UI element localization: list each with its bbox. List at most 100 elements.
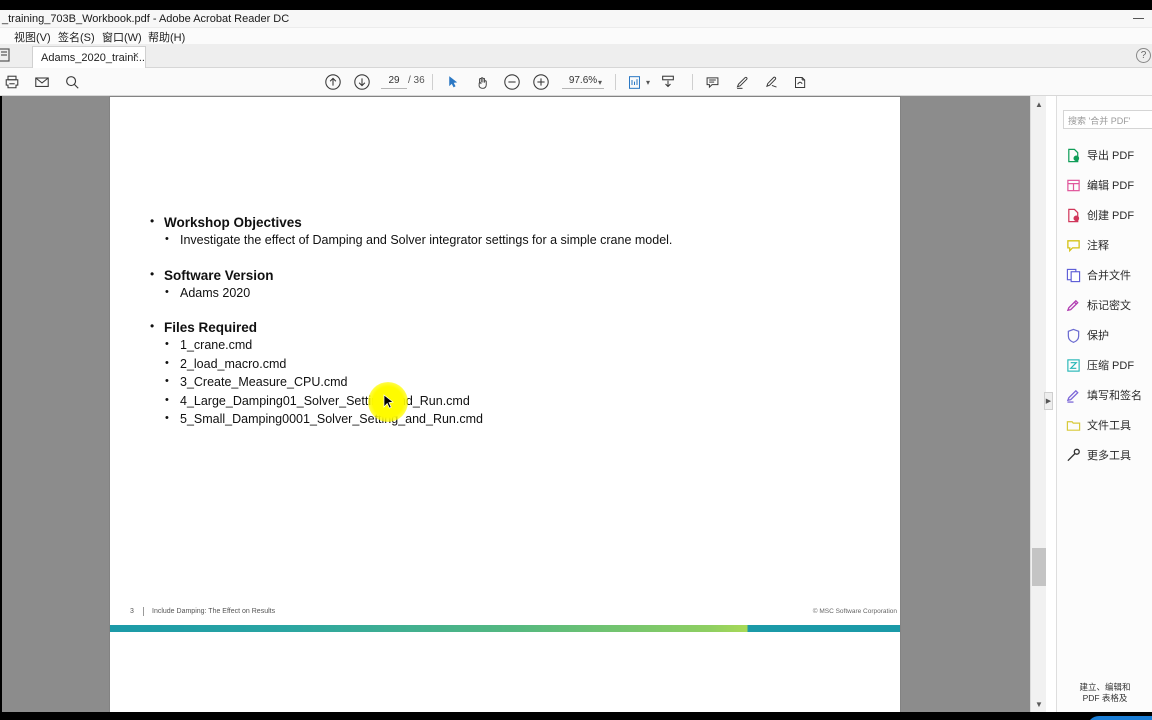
slide-footer-title: Include Damping: The Effect on Results (152, 608, 276, 615)
tool-item-comment[interactable]: 注释 (1057, 230, 1152, 260)
page-fit-icon[interactable] (624, 72, 644, 92)
email-icon[interactable] (32, 72, 52, 92)
chevron-down-icon[interactable]: ▾ (598, 78, 602, 87)
page-number-input[interactable]: 29 (381, 74, 407, 89)
tool-item-redact[interactable]: 标记密文 (1057, 290, 1152, 320)
bullet-item: Adams 2020 (148, 283, 868, 303)
draw-pen-icon[interactable] (761, 72, 781, 92)
acrobat-reader-window: _training_703B_Workbook.pdf - Adobe Acro… (0, 0, 1152, 720)
tools-pane: 搜索 '合并 PDF' 导出 PDF 编辑 PDF 创建 PDF 注释 合并文件… (1056, 96, 1152, 720)
tool-item-fill-and-sign[interactable]: 填写和签名 (1057, 380, 1152, 410)
export-pdf-icon (1066, 148, 1081, 163)
scroll-down-arrow-icon[interactable]: ▼ (1031, 696, 1047, 712)
slide-number: 3 (130, 608, 134, 615)
bullet-item: 2_load_macro.cmd (148, 354, 868, 374)
tool-label: 更多工具 (1087, 450, 1131, 462)
promo-line-2: PDF 表格及 (1082, 693, 1128, 703)
bullet-heading: Software Version (148, 267, 868, 283)
bullet-item: 4_Large_Damping01_Solver_Setting_and_Run… (148, 391, 868, 411)
scrollbar-thumb[interactable] (1032, 548, 1046, 586)
promo-banner: 建立、编辑和 PDF 表格及 開始免費試 (1057, 682, 1152, 720)
toolbar-separator-2 (615, 74, 616, 90)
bullet-item: 1_crane.cmd (148, 335, 868, 355)
bullet-item: Investigate the effect of Damping and So… (148, 230, 868, 250)
redact-icon (1066, 298, 1081, 313)
tools-search-input[interactable]: 搜索 '合并 PDF' (1063, 110, 1152, 129)
toolbar-separator-3 (692, 74, 693, 90)
create-pdf-icon (1066, 208, 1081, 223)
window-frame-top (0, 0, 1152, 10)
menu-item-help[interactable]: 帮助(H) (148, 29, 185, 45)
document-viewport[interactable]: Workshop Objectives Investigate the effe… (2, 96, 1030, 712)
tab-bar: Adams_2020_traini... × ? (0, 44, 1152, 68)
tool-item-combine-files[interactable]: 合并文件 (1057, 260, 1152, 290)
tool-label: 压缩 PDF (1087, 360, 1135, 372)
title-bar: _training_703B_Workbook.pdf - Adobe Acro… (0, 10, 1152, 28)
home-icon[interactable] (0, 47, 12, 63)
menu-item-sign[interactable]: 签名(S) (58, 29, 95, 45)
mouse-cursor (383, 394, 395, 412)
tool-item-file-tools[interactable]: 文件工具 (1057, 410, 1152, 440)
bullet-item: 3_Create_Measure_CPU.cmd (148, 372, 868, 392)
window-title: _training_703B_Workbook.pdf - Adobe Acro… (2, 13, 290, 25)
scroll-down-icon[interactable] (658, 72, 678, 92)
toolbar: 29 / 36 97.6% ▾ ▾ (0, 68, 1152, 96)
previous-page-button[interactable] (323, 72, 343, 92)
close-icon[interactable]: × (133, 50, 139, 62)
tool-label: 导出 PDF (1087, 150, 1135, 162)
select-tool-button[interactable] (443, 72, 463, 92)
zoom-in-button[interactable] (531, 72, 551, 92)
menu-item-view[interactable]: 视图(V) (14, 29, 51, 45)
next-page-button[interactable] (352, 72, 372, 92)
slide-group-objectives: Workshop Objectives Investigate the effe… (148, 214, 868, 250)
panel-expand-button[interactable]: ▶ (1044, 392, 1053, 410)
tool-label: 填写和签名 (1087, 390, 1142, 402)
compress-pdf-icon (1066, 358, 1081, 373)
tool-item-edit-pdf[interactable]: 编辑 PDF (1057, 170, 1152, 200)
bullet-heading: Files Required (148, 319, 868, 335)
start-free-trial-button[interactable]: 開始免費試 (1087, 716, 1152, 720)
search-icon[interactable] (62, 72, 82, 92)
comment-icon (1066, 238, 1081, 253)
slide-group-software-version: Software Version Adams 2020 (148, 267, 868, 303)
tool-label: 合并文件 (1087, 270, 1131, 282)
tool-item-export-pdf[interactable]: 导出 PDF (1057, 140, 1152, 170)
slide-group-files-required: Files Required 1_crane.cmd 2_load_macro.… (148, 319, 868, 429)
copyright-label: © MSC Software Corporation (812, 608, 897, 615)
document-tab-label: Adams_2020_traini... (41, 51, 145, 64)
tool-item-protect[interactable]: 保护 (1057, 320, 1152, 350)
tool-label: 编辑 PDF (1087, 180, 1135, 192)
more-tools-icon (1066, 448, 1081, 463)
tool-label: 文件工具 (1087, 420, 1131, 432)
edit-pdf-icon (1066, 178, 1081, 193)
menu-bar: 视图(V) 签名(S) 窗口(W) 帮助(H) (0, 28, 1152, 44)
combine-files-icon (1066, 268, 1081, 283)
footer-divider (143, 607, 144, 616)
slide-footer: 3 Include Damping: The Effect on Results… (110, 604, 900, 626)
bullet-item: 5_Small_Damping0001_Solver_Setting_and_R… (148, 409, 868, 429)
promo-line-1: 建立、编辑和 (1079, 682, 1131, 692)
tool-item-more-tools[interactable]: 更多工具 (1057, 440, 1152, 470)
toolbar-separator (432, 74, 433, 90)
document-tab[interactable]: Adams_2020_traini... × (32, 46, 146, 68)
menu-item-window[interactable]: 窗口(W) (102, 29, 142, 45)
file-tools-icon (1066, 418, 1081, 433)
help-icon[interactable]: ? (1136, 48, 1151, 63)
zoom-out-button[interactable] (502, 72, 522, 92)
highlight-pen-icon[interactable] (732, 72, 752, 92)
page-total-label: / 36 (408, 75, 425, 86)
hand-icon[interactable] (472, 72, 492, 92)
tool-label: 标记密文 (1087, 300, 1131, 312)
shield-icon (1066, 328, 1081, 343)
page-fit-chevron-down-icon[interactable]: ▾ (646, 78, 650, 87)
comment-icon[interactable] (702, 72, 722, 92)
tool-item-compress-pdf[interactable]: 压缩 PDF (1057, 350, 1152, 380)
tool-item-create-pdf[interactable]: 创建 PDF (1057, 200, 1152, 230)
print-icon[interactable] (2, 72, 22, 92)
scroll-up-arrow-icon[interactable]: ▲ (1031, 96, 1047, 112)
sign-icon[interactable] (790, 72, 810, 92)
minimize-button[interactable] (1133, 18, 1144, 19)
tool-label: 注释 (1087, 240, 1109, 252)
tool-label: 创建 PDF (1087, 210, 1135, 222)
slide-gradient-bar (110, 625, 900, 632)
